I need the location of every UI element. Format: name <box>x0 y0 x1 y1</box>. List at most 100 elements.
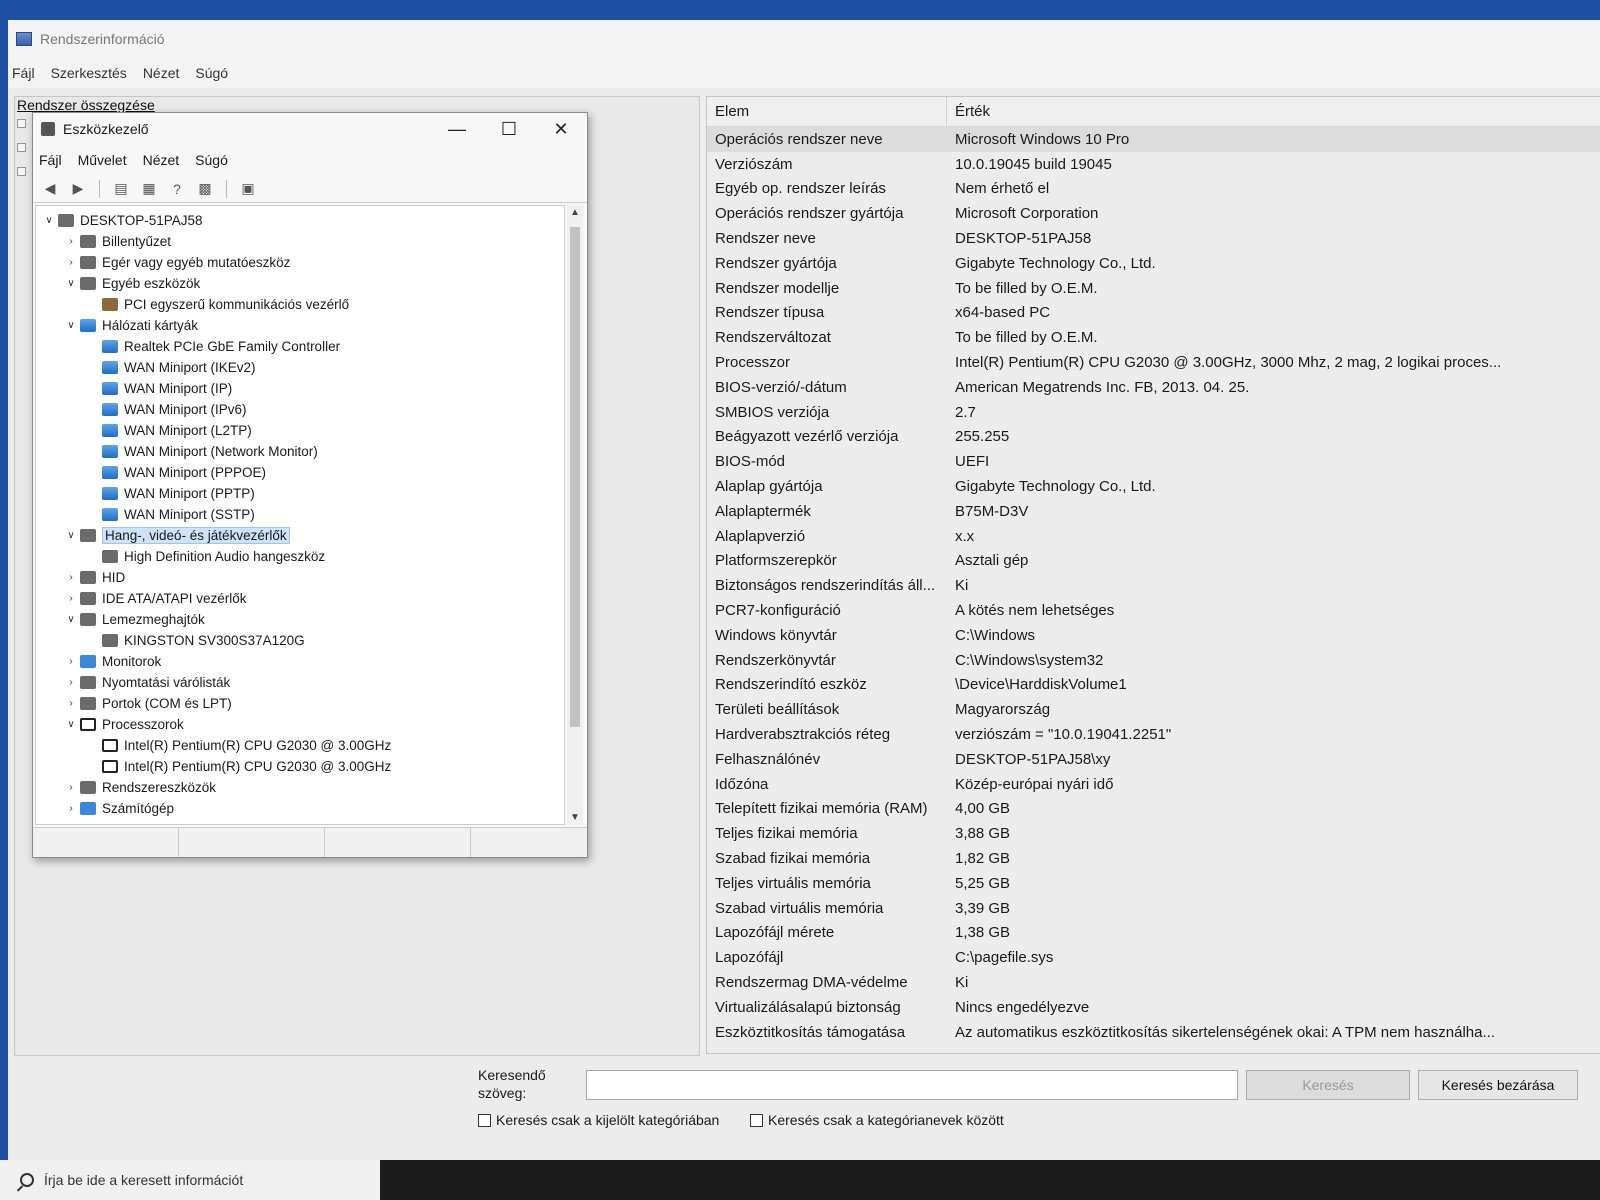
forward-arrow-icon[interactable]: ▶ <box>67 179 89 199</box>
device-tree-scrollbar[interactable]: ▲ ▼ <box>567 205 583 825</box>
scrollbar-thumb[interactable] <box>570 227 580 727</box>
device-tree-item[interactable]: › Monitorok <box>36 651 161 672</box>
table-row[interactable]: Rendszerindító eszköz \Device\HarddiskVol… <box>707 673 1600 698</box>
device-tree-item[interactable]: WAN Miniport (SSTP) <box>36 504 255 525</box>
table-row[interactable]: Alaplaptermék B75M-D3V <box>707 499 1600 524</box>
menu-help[interactable]: Súgó <box>195 63 228 83</box>
menu-file[interactable]: Fájl <box>12 63 35 83</box>
table-row[interactable]: BIOS-mód UEFI <box>707 449 1600 474</box>
search-button[interactable]: Keresés <box>1246 1070 1410 1100</box>
device-tree-item[interactable]: WAN Miniport (IP) <box>36 378 232 399</box>
expand-icon[interactable] <box>17 167 26 176</box>
table-row[interactable]: Hardverabsztrakciós réteg verziószám = "1… <box>707 722 1600 747</box>
taskbar-search-box[interactable]: Írja be ide a keresett információt <box>0 1160 380 1200</box>
device-tree-item[interactable]: › Portok (COM és LPT) <box>36 693 231 714</box>
device-tree-item[interactable]: WAN Miniport (PPTP) <box>36 483 255 504</box>
table-row[interactable]: Rendszerkönyvtár C:\Windows\system32 <box>707 648 1600 673</box>
search-input[interactable] <box>586 1070 1238 1100</box>
table-row[interactable]: Szabad fizikai memória 1,82 GB <box>707 846 1600 871</box>
table-row[interactable]: Alaplap gyártója Gigabyte Technology Co.,… <box>707 474 1600 499</box>
device-tree-item[interactable]: ∨ Processzorok <box>36 714 183 735</box>
minimize-button[interactable]: — <box>431 113 483 145</box>
chevron-right-icon[interactable]: › <box>64 572 78 583</box>
dm-menu-help[interactable]: Súgó <box>195 152 228 168</box>
table-row[interactable]: BIOS-verzió/-dátum American Megatrends In… <box>707 375 1600 400</box>
table-row[interactable]: Operációs rendszer gyártója Microsoft Cor… <box>707 201 1600 226</box>
tree-item-system-summary[interactable]: Rendszer összegzése <box>17 97 155 113</box>
table-row[interactable]: Időzóna Közép-európai nyári idő <box>707 772 1600 797</box>
table-row[interactable]: Rendszer típusa x64-based PC <box>707 301 1600 326</box>
table-row[interactable]: Biztonságos rendszerindítás áll... Ki <box>707 573 1600 598</box>
chevron-right-icon[interactable]: › <box>64 257 78 268</box>
device-tree-item[interactable]: Intel(R) Pentium(R) CPU G2030 @ 3.00GHz <box>36 756 391 777</box>
chevron-right-icon[interactable]: › <box>64 593 78 604</box>
table-row[interactable]: Rendszer neve DESKTOP-51PAJ58 <box>707 226 1600 251</box>
device-tree-item[interactable]: WAN Miniport (Network Monitor) <box>36 441 318 462</box>
scroll-up-icon[interactable]: ▲ <box>567 207 583 218</box>
device-tree-item[interactable]: › Egér vagy egyéb mutatóeszköz <box>36 252 290 273</box>
table-row[interactable]: Rendszer gyártója Gigabyte Technology Co.… <box>707 251 1600 276</box>
device-tree-item[interactable]: WAN Miniport (IKEv2) <box>36 357 256 378</box>
expand-icon[interactable] <box>17 143 26 152</box>
scan-hardware-monitor-icon[interactable]: ▣ <box>237 179 259 199</box>
chevron-down-icon[interactable]: ∨ <box>64 614 78 625</box>
device-tree-item[interactable]: › IDE ATA/ATAPI vezérlők <box>36 588 246 609</box>
table-row[interactable]: Teljes virtuális memória 5,25 GB <box>707 871 1600 896</box>
table-row[interactable]: Virtualizálásalapú biztonság Nincs engedé… <box>707 995 1600 1020</box>
dm-menu-view[interactable]: Nézet <box>143 152 180 168</box>
table-row[interactable]: Egyéb op. rendszer leírás Nem érhető el <box>707 177 1600 202</box>
device-tree-item[interactable]: › Számítógép <box>36 798 174 819</box>
table-row[interactable]: SMBIOS verziója 2.7 <box>707 400 1600 425</box>
show-action-pane-icon[interactable]: ▩ <box>194 179 216 199</box>
device-tree-item[interactable]: › Rendszereszközök <box>36 777 216 798</box>
table-row[interactable]: Beágyazott vezérlő verziója 255.255 <box>707 425 1600 450</box>
table-row[interactable]: Eszköztitkosítás támogatása Az automatiku… <box>707 1020 1600 1045</box>
maximize-button[interactable]: ☐ <box>483 113 535 145</box>
device-tree-item[interactable]: › Nyomtatási várólisták <box>36 672 230 693</box>
device-tree-item[interactable]: ∨ Egyéb eszközök <box>36 273 200 294</box>
device-tree-item[interactable]: High Definition Audio hangeszköz <box>36 546 325 567</box>
table-row[interactable]: Rendszermag DMA-védelme Ki <box>707 970 1600 995</box>
expand-icon[interactable] <box>17 119 26 128</box>
chevron-down-icon[interactable]: ∨ <box>42 215 56 226</box>
back-arrow-icon[interactable]: ◀ <box>39 179 61 199</box>
device-tree-item[interactable]: Intel(R) Pentium(R) CPU G2030 @ 3.00GHz <box>36 735 391 756</box>
chevron-down-icon[interactable]: ∨ <box>64 530 78 541</box>
table-row[interactable]: Verziószám 10.0.19045 build 19045 <box>707 152 1600 177</box>
table-row[interactable]: Operációs rendszer neve Microsoft Windows… <box>707 127 1600 152</box>
device-tree-item[interactable]: › Billentyűzet <box>36 231 171 252</box>
chevron-right-icon[interactable]: › <box>64 698 78 709</box>
chevron-down-icon[interactable]: ∨ <box>64 719 78 730</box>
table-row[interactable]: Felhasználónév DESKTOP-51PAJ58\xy <box>707 747 1600 772</box>
device-tree-item[interactable]: WAN Miniport (PPPOE) <box>36 462 266 483</box>
table-row[interactable]: Területi beállítások Magyarország <box>707 697 1600 722</box>
chevron-right-icon[interactable]: › <box>64 677 78 688</box>
table-row[interactable]: Alaplapverzió x.x <box>707 524 1600 549</box>
show-hide-console-tree-icon[interactable]: ▤ <box>110 179 132 199</box>
chevron-down-icon[interactable]: ∨ <box>64 278 78 289</box>
table-row[interactable]: PCR7-konfiguráció A kötés nem lehetséges <box>707 598 1600 623</box>
dm-menu-action[interactable]: Művelet <box>78 152 127 168</box>
chevron-right-icon[interactable]: › <box>64 656 78 667</box>
chevron-right-icon[interactable]: › <box>64 803 78 814</box>
device-tree-item[interactable]: WAN Miniport (IPv6) <box>36 399 247 420</box>
table-row[interactable]: Lapozófájl C:\pagefile.sys <box>707 945 1600 970</box>
device-tree-item[interactable]: KINGSTON SV300S37A120G <box>36 630 305 651</box>
table-row[interactable]: Platformszerepkör Asztali gép <box>707 549 1600 574</box>
column-header-item[interactable]: Elem <box>707 97 947 126</box>
help-icon[interactable]: ? <box>166 179 188 199</box>
device-tree-item[interactable]: › HID <box>36 567 125 588</box>
checkbox-selected-category[interactable]: Keresés csak a kijelölt kategóriában <box>478 1112 719 1128</box>
device-tree-item[interactable]: ∨ Hálózati kártyák <box>36 315 198 336</box>
table-row[interactable]: Teljes fizikai memória 3,88 GB <box>707 821 1600 846</box>
device-tree-item[interactable]: ∨ Hang-, videó- és játékvezérlők <box>36 525 290 546</box>
table-row[interactable]: Lapozófájl mérete 1,38 GB <box>707 921 1600 946</box>
properties-icon[interactable]: ▦ <box>138 179 160 199</box>
device-tree-item[interactable]: Realtek PCIe GbE Family Controller <box>36 336 340 357</box>
dm-menu-file[interactable]: Fájl <box>39 152 62 168</box>
checkbox-category-names[interactable]: Keresés csak a kategórianevek között <box>750 1112 1004 1128</box>
menu-view[interactable]: Nézet <box>143 63 180 83</box>
chevron-right-icon[interactable]: › <box>64 782 78 793</box>
device-tree-item[interactable]: ∨ DESKTOP-51PAJ58 <box>36 210 202 231</box>
table-row[interactable]: Telepített fizikai memória (RAM) 4,00 GB <box>707 797 1600 822</box>
